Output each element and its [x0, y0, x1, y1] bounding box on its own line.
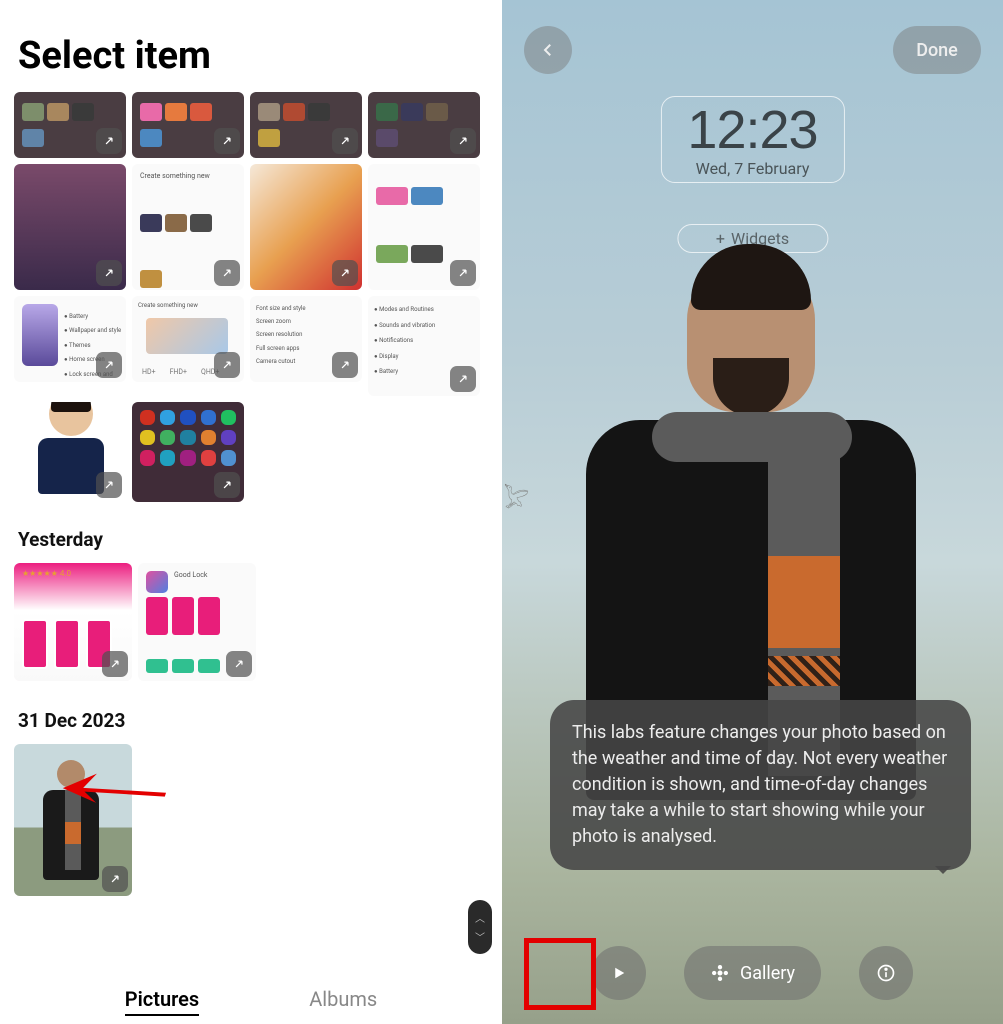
page-title: Select item: [18, 34, 488, 78]
expand-icon: [332, 352, 358, 378]
gallery-thumb[interactable]: Font size and styleScreen zoomScreen res…: [250, 296, 362, 382]
done-label: Done: [916, 40, 958, 61]
play-preview-button[interactable]: [592, 946, 646, 1000]
chevron-left-icon: [539, 41, 557, 59]
section-dec: 31 Dec 2023: [18, 709, 488, 732]
tab-pictures[interactable]: Pictures: [125, 987, 199, 1016]
expand-icon: [450, 260, 476, 286]
gallery-thumb[interactable]: Create something new HD+FHD+QHD+: [132, 296, 244, 382]
expand-icon: [450, 366, 476, 392]
back-button[interactable]: [524, 26, 572, 74]
expand-icon: [214, 472, 240, 498]
expand-icon: [450, 128, 476, 154]
gallery-thumb[interactable]: ★★★★★ 4.0: [14, 563, 132, 681]
chevron-up-icon: ︿: [475, 910, 485, 925]
expand-icon: [96, 352, 122, 378]
clock-time: 12:23: [687, 103, 817, 157]
tab-albums[interactable]: Albums: [309, 987, 377, 1016]
bird-decoration: 𓅯: [502, 478, 531, 517]
gallery-thumb[interactable]: [250, 92, 362, 158]
clock-date: Wed, 7 February: [687, 159, 817, 178]
gallery-label: Gallery: [740, 963, 795, 984]
expand-icon: [226, 651, 252, 677]
gallery-thumb[interactable]: [14, 402, 126, 502]
info-icon: [876, 963, 896, 983]
play-icon: [610, 964, 628, 982]
section-yesterday: Yesterday: [18, 528, 488, 551]
gallery-thumb[interactable]: [250, 164, 362, 290]
lockscreen-editor: Done 12:23 Wed, 7 February + Widgets 𓅯 T…: [502, 0, 1003, 1024]
clock-widget[interactable]: 12:23 Wed, 7 February: [660, 96, 844, 183]
expand-icon: [96, 260, 122, 286]
gallery-source-button[interactable]: Gallery: [684, 946, 821, 1000]
labs-tooltip: This labs feature changes your photo bas…: [550, 700, 971, 870]
expand-icon: [96, 128, 122, 154]
gallery-thumb[interactable]: Create something new: [132, 164, 244, 290]
gallery-thumb[interactable]: [14, 92, 126, 158]
gallery-picker-screen: Select item Create something new: [0, 0, 502, 1024]
done-button[interactable]: Done: [893, 26, 981, 74]
gallery-thumb[interactable]: ● Modes and Routines● Sounds and vibrati…: [368, 296, 480, 396]
expand-icon: [214, 352, 240, 378]
expand-icon: [102, 866, 128, 892]
plus-icon: +: [716, 229, 725, 248]
gallery-thumb[interactable]: [368, 164, 480, 290]
expand-icon: [214, 128, 240, 154]
gallery-thumb[interactable]: [14, 164, 126, 290]
scroll-handle[interactable]: ︿ ﹀: [468, 900, 492, 954]
annotation-highlight-box: [524, 938, 596, 1010]
gallery-icon: [710, 963, 730, 983]
expand-icon: [332, 260, 358, 286]
expand-icon: [96, 472, 122, 498]
dec-row: [14, 744, 488, 896]
chevron-down-icon: ﹀: [475, 929, 485, 944]
gallery-thumb[interactable]: ● Battery● Wallpaper and style● Themes● …: [14, 296, 126, 382]
gallery-thumb[interactable]: Good Lock: [138, 563, 256, 681]
info-button[interactable]: [859, 946, 913, 1000]
gallery-thumb[interactable]: [132, 402, 244, 502]
expand-icon: [214, 260, 240, 286]
gallery-thumb[interactable]: [132, 92, 244, 158]
expand-icon: [102, 651, 128, 677]
yesterday-row: ★★★★★ 4.0 Good Lock: [14, 563, 488, 681]
recent-grid: Create something new ● Battery● Wallpape…: [14, 92, 488, 502]
gallery-thumb[interactable]: [368, 92, 480, 158]
expand-icon: [332, 128, 358, 154]
bottom-tabs: Pictures Albums: [0, 987, 502, 1016]
